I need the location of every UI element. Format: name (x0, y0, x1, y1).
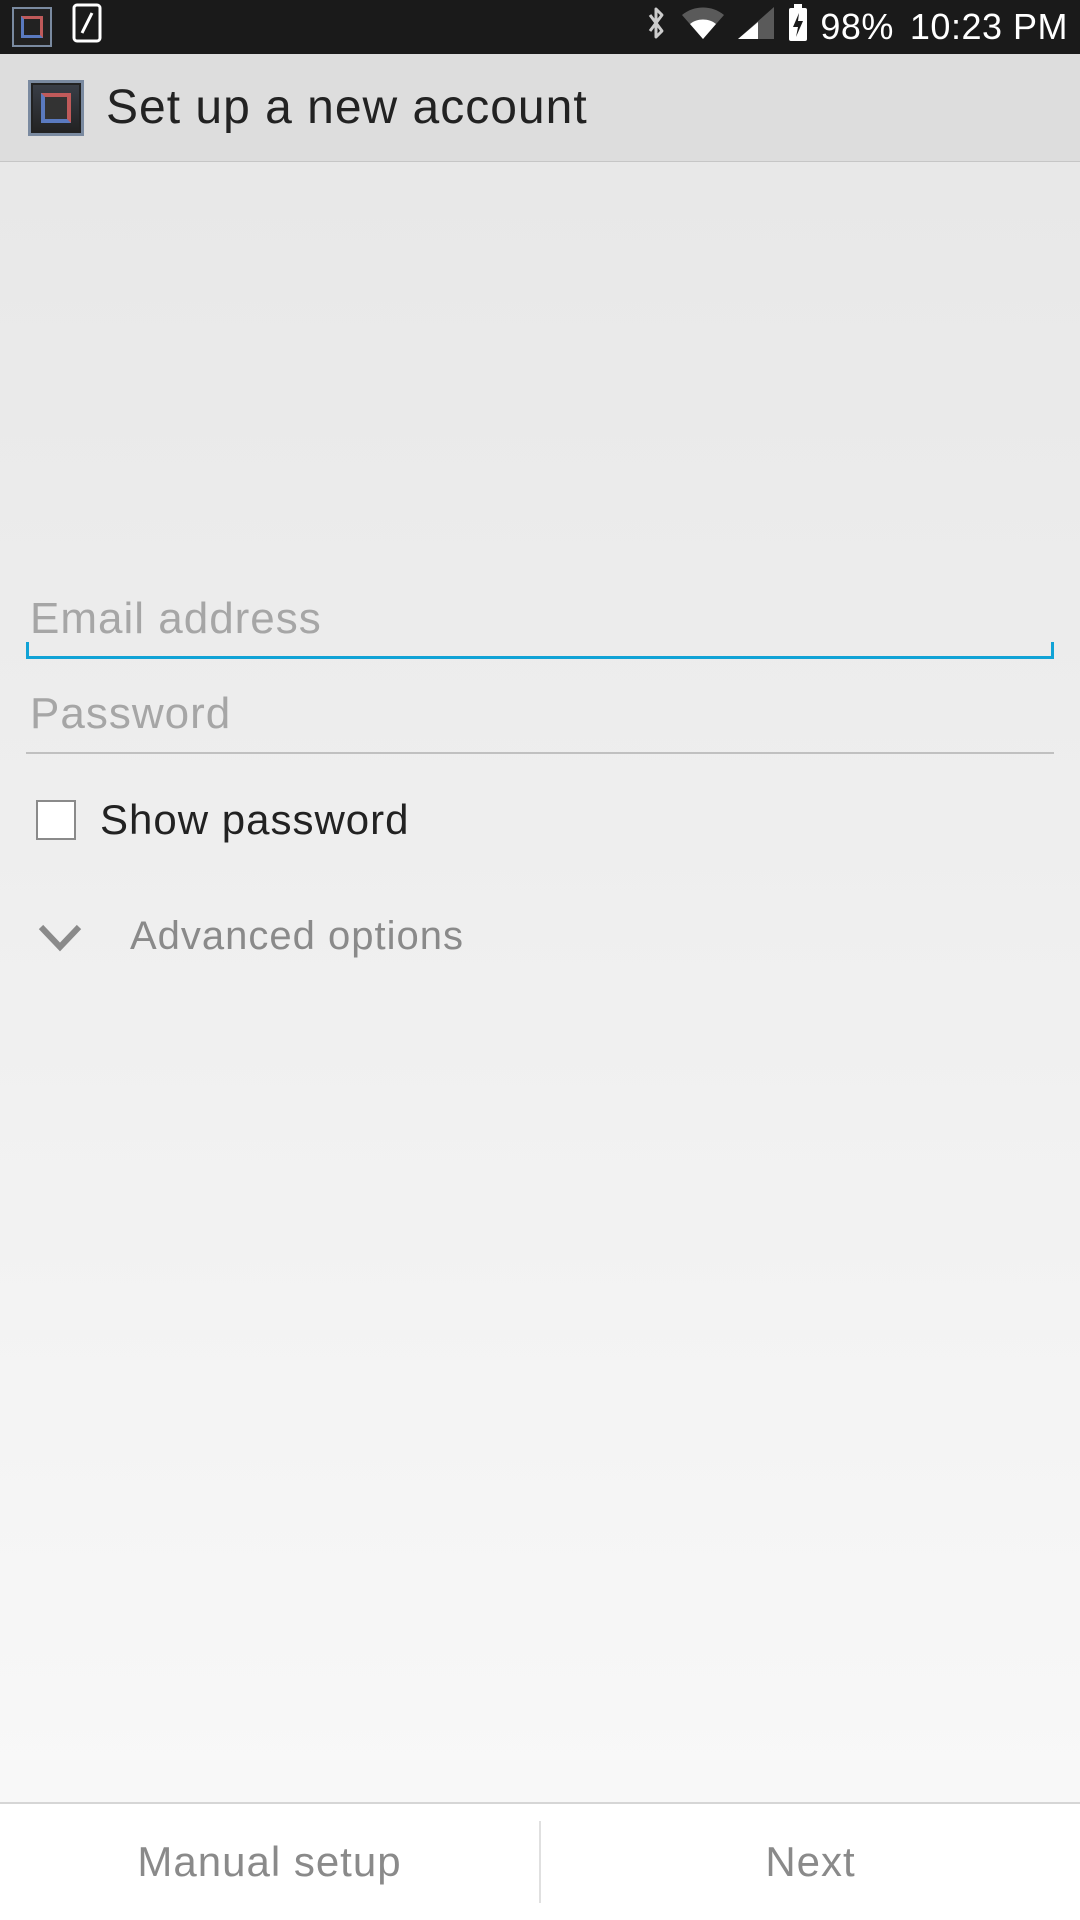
advanced-options-label: Advanced options (130, 914, 464, 959)
email-field-wrap (26, 584, 1054, 659)
advanced-options-row[interactable]: Advanced options (26, 914, 1054, 959)
battery-charging-icon (786, 3, 810, 52)
password-field-wrap (26, 679, 1054, 754)
status-bar: 98% 10:23 PM (0, 0, 1080, 54)
app-bar: Set up a new account (0, 54, 1080, 162)
content-area: Show password Advanced options (0, 162, 1080, 1802)
show-password-row[interactable]: Show password (26, 796, 1054, 844)
chevron-down-icon (30, 919, 90, 955)
bottom-bar: Manual setup Next (0, 1802, 1080, 1920)
show-password-checkbox[interactable] (36, 800, 76, 840)
next-button[interactable]: Next (541, 1804, 1080, 1920)
clock-text: 10:23 PM (910, 6, 1068, 48)
cell-signal-icon (736, 5, 776, 50)
wifi-icon (680, 5, 726, 50)
app-logo-icon (28, 80, 84, 136)
battery-percent-text: 98% (820, 6, 894, 48)
manual-setup-button[interactable]: Manual setup (0, 1804, 539, 1920)
page-title: Set up a new account (106, 80, 588, 135)
bluetooth-icon (642, 3, 670, 52)
show-password-label: Show password (100, 796, 409, 844)
password-field[interactable] (26, 679, 1054, 754)
statusbar-app-icon (12, 7, 52, 47)
nfc-icon (70, 3, 104, 52)
email-field[interactable] (26, 584, 1054, 659)
